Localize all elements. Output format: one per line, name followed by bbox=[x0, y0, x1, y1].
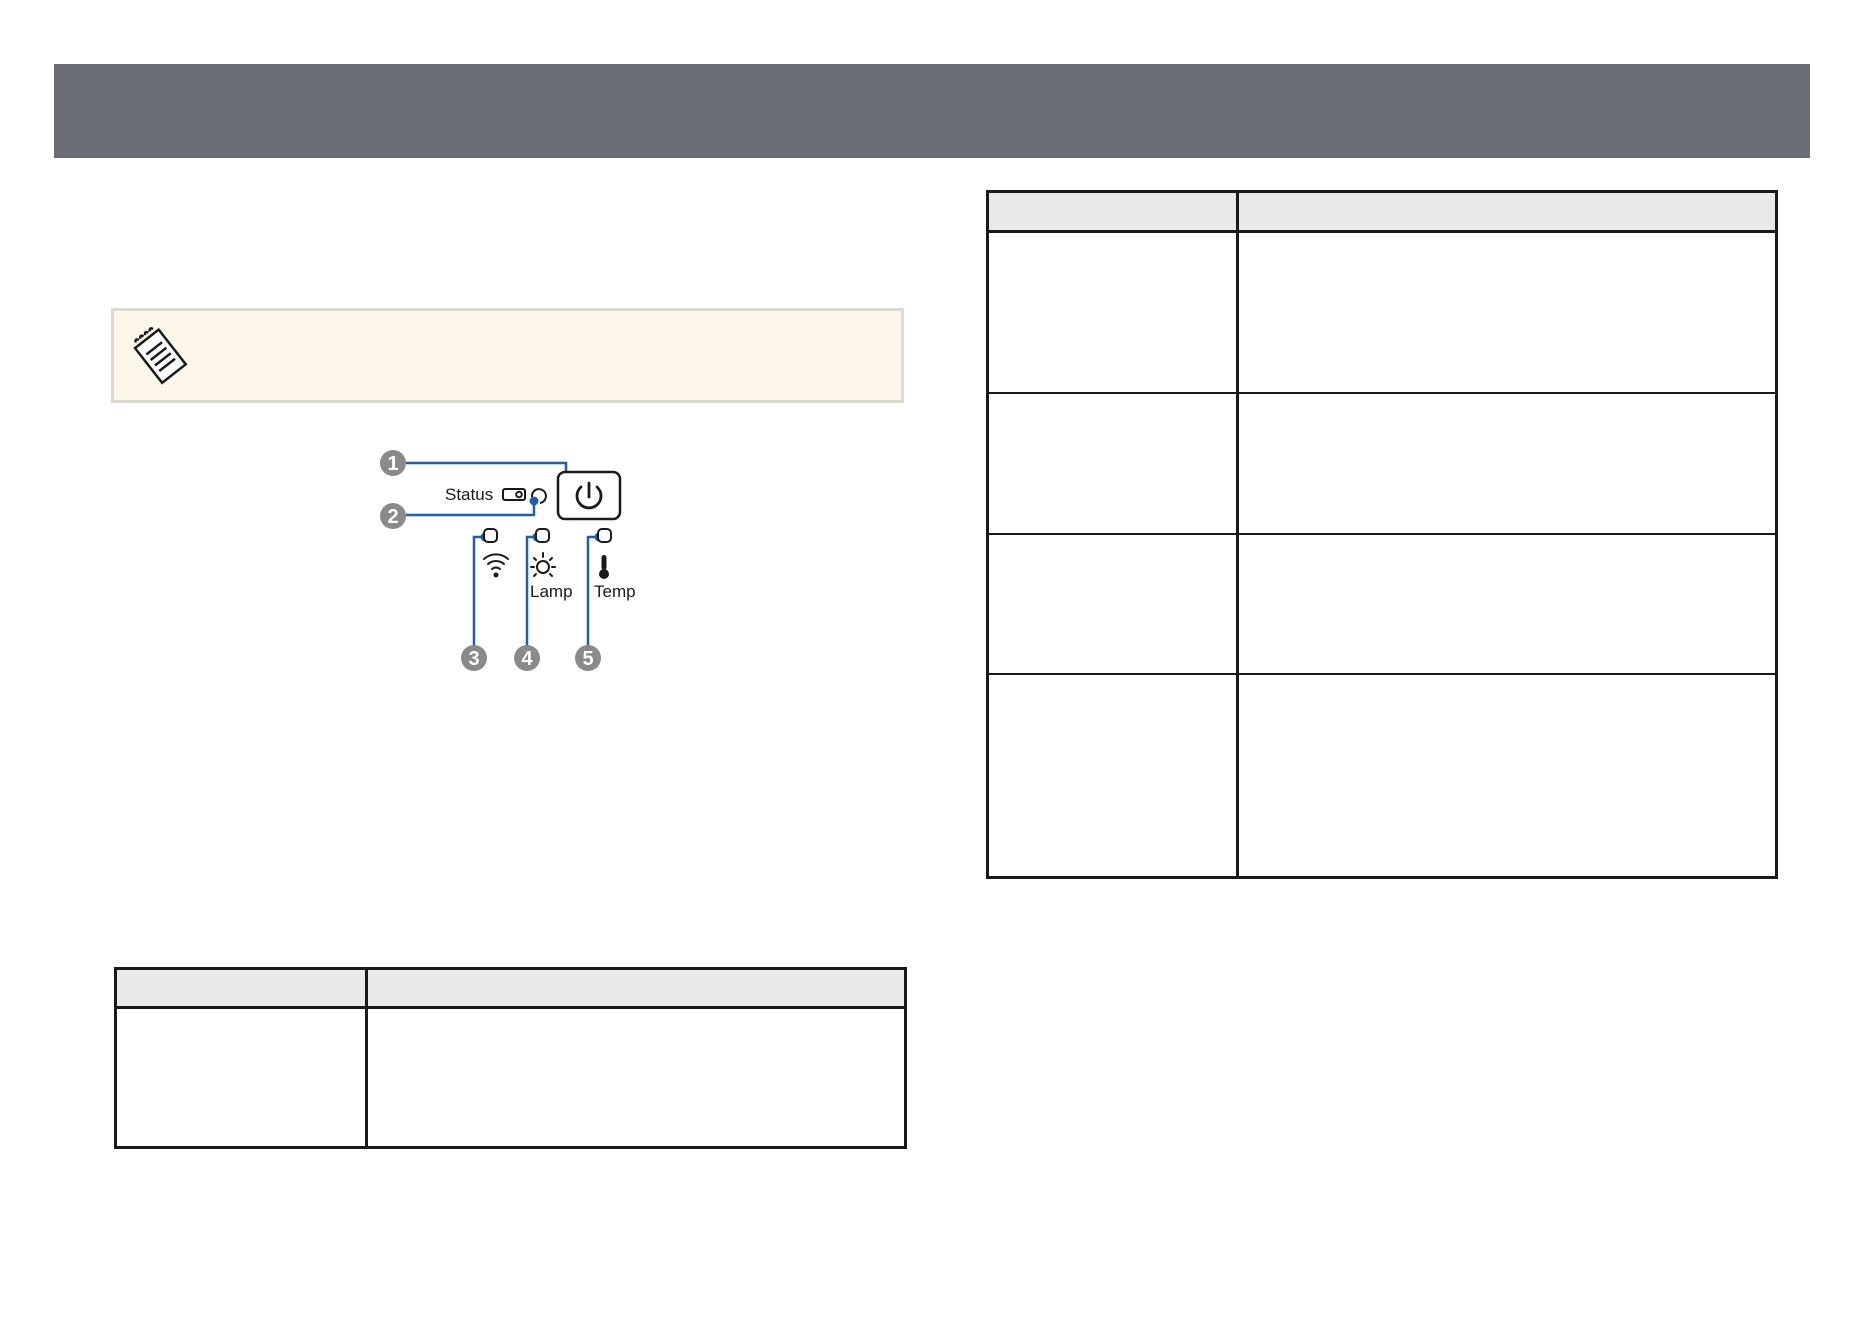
wifi-icon bbox=[483, 553, 509, 570]
table-row bbox=[986, 391, 1778, 535]
callout-1: 1 bbox=[380, 450, 406, 476]
temp-indicator-light bbox=[597, 528, 612, 543]
note-pad-icon bbox=[133, 327, 188, 385]
power-button bbox=[556, 470, 622, 521]
projector-icon bbox=[502, 488, 526, 501]
callout-3: 3 bbox=[461, 645, 487, 671]
callout-5: 5 bbox=[575, 645, 601, 671]
temp-label: Temp bbox=[594, 582, 636, 601]
svg-text:5: 5 bbox=[582, 648, 593, 670]
indicator-diagram: Status Lamp Temp 1 2 3 4 5 bbox=[380, 450, 636, 671]
table-row bbox=[986, 230, 1778, 394]
status-label: Status bbox=[445, 485, 493, 504]
indicator-status-table-left bbox=[114, 967, 907, 1149]
table-header-row bbox=[986, 190, 1778, 233]
lamp-icon bbox=[530, 552, 556, 577]
note-box bbox=[111, 308, 904, 403]
svg-text:3: 3 bbox=[468, 648, 479, 670]
table-row bbox=[986, 672, 1778, 879]
indicator-status-table-right bbox=[986, 190, 1778, 879]
table-header-cell bbox=[986, 190, 1239, 233]
lamp-indicator-light bbox=[535, 528, 550, 543]
table-row bbox=[114, 1006, 907, 1149]
svg-text:4: 4 bbox=[521, 648, 533, 670]
svg-text:2: 2 bbox=[387, 506, 398, 528]
wireless-indicator-light bbox=[483, 528, 498, 543]
svg-text:1: 1 bbox=[387, 453, 398, 475]
table-row bbox=[986, 532, 1778, 675]
table-header-cell bbox=[114, 967, 368, 1009]
callout-4: 4 bbox=[514, 645, 540, 671]
thermometer-icon bbox=[599, 555, 609, 579]
table-header-cell bbox=[1236, 190, 1778, 233]
table-header-cell bbox=[365, 967, 907, 1009]
page-header-banner bbox=[54, 64, 1810, 158]
callout-2: 2 bbox=[380, 503, 406, 529]
lamp-label: Lamp bbox=[530, 582, 573, 601]
table-header-row bbox=[114, 967, 907, 1009]
